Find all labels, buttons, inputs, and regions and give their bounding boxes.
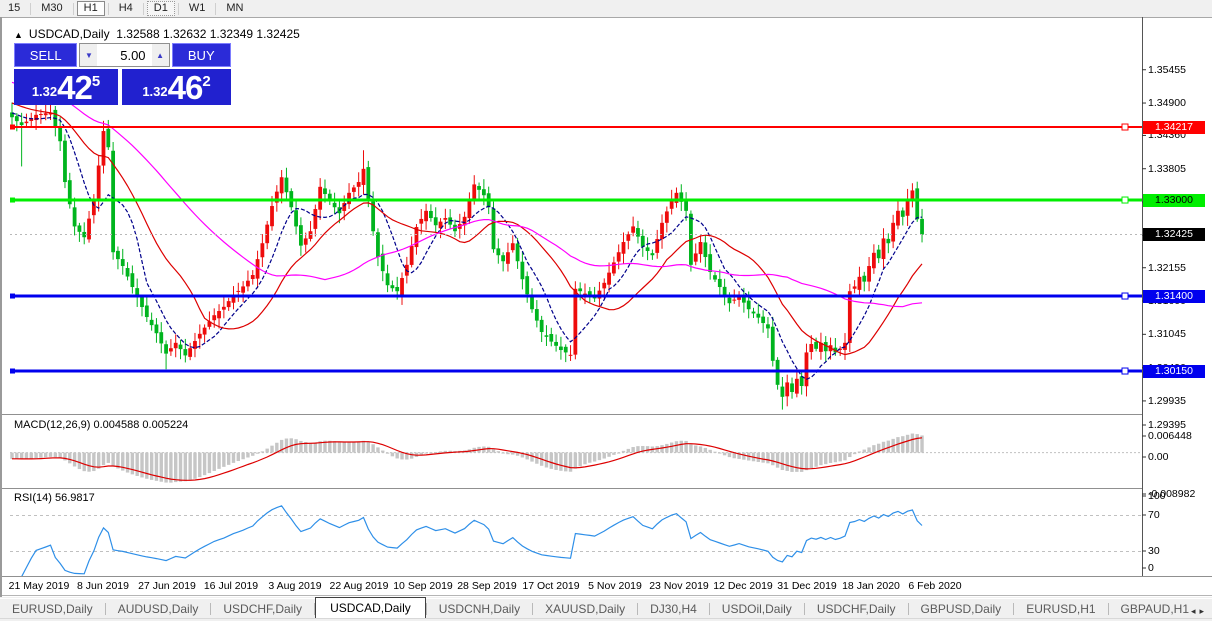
volume-down-button[interactable]: ▼ [80, 44, 97, 66]
mt4-terminal: 15 M30 H1 H4 D1 W1 MN ▲ USDCAD,Daily 1.32588 1.… [0, 0, 1212, 621]
tab-scroll-arrows: ◂▸ [1191, 606, 1208, 617]
timeframe-button-h4[interactable]: H4 [112, 1, 140, 16]
volume-up-button[interactable]: ▲ [152, 44, 169, 66]
ask-price-big: 46 [168, 74, 203, 102]
volume-down-icon: ▼ [85, 51, 93, 60]
ohlc-readout: 1.32588 1.32632 1.32349 1.32425 [116, 27, 300, 41]
chart-tab-usdchf-daily[interactable]: USDCHF,Daily [211, 600, 314, 619]
chart-tab-usdcnh-daily[interactable]: USDCNH,Daily [427, 600, 532, 619]
price-tick-label: 1.33805 [1148, 163, 1186, 175]
chart-tab-eurusd-daily[interactable]: EURUSD,Daily [0, 600, 105, 619]
hline-right-handle[interactable] [1122, 368, 1128, 374]
hline-left-handle[interactable] [10, 294, 15, 299]
chart-tab-eurusd-h1[interactable]: EURUSD,H1 [1014, 600, 1107, 619]
ask-price-sup: 2 [202, 73, 210, 90]
macd-axis-label: 0.006448 [1148, 430, 1192, 442]
chart-tab-gbpusd-daily[interactable]: GBPUSD,Daily [909, 600, 1014, 619]
price-line-label: 1.30150 [1143, 365, 1205, 378]
timeframe-button-d1[interactable]: D1 [147, 1, 175, 16]
hline-right-handle[interactable] [1122, 124, 1128, 130]
timeframe-button-w1[interactable]: W1 [182, 1, 213, 16]
price-tick-label: 1.29935 [1148, 395, 1186, 407]
rsi-indicator-label: RSI(14) 56.9817 [14, 492, 95, 504]
chart-tab-bar: EURUSD,DailyAUDUSD,DailyUSDCHF,DailyUSDC… [0, 598, 1212, 619]
toolbar-separator [143, 3, 144, 15]
ask-price-display[interactable]: 1.32462 [122, 69, 231, 105]
timeframe-button-m30[interactable]: M30 [34, 1, 69, 16]
price-line-label: 1.33000 [1143, 194, 1205, 207]
bid-price-display[interactable]: 1.32425 [14, 69, 118, 105]
toolbar-separator [30, 3, 31, 15]
macd-indicator-label: MACD(12,26,9) 0.004588 0.005224 [14, 419, 188, 431]
current-price-label: 1.32425 [1143, 228, 1205, 241]
toolbar-separator [178, 3, 179, 15]
chart-tab-xauusd-daily[interactable]: XAUUSD,Daily [533, 600, 637, 619]
hline-left-handle[interactable] [10, 198, 15, 203]
rsi-value: 56.9817 [55, 492, 95, 504]
timeframe-toolbar: 15 M30 H1 H4 D1 W1 MN [0, 0, 1212, 18]
rsi-name: RSI(14) [14, 492, 52, 504]
price-line-label: 1.34217 [1143, 121, 1205, 134]
rsi-axis-label: 0 [1148, 562, 1154, 574]
trade-panel-top-row: SELL ▼ 5.00 ▲ BUY [14, 43, 231, 67]
hline-left-handle[interactable] [10, 369, 15, 374]
price-tick-label: 1.32155 [1148, 262, 1186, 274]
price-tick-label: 1.35455 [1148, 64, 1186, 76]
hline-right-handle[interactable] [1122, 197, 1128, 203]
macd-values: 0.004588 0.005224 [93, 419, 188, 431]
one-click-trade-panel: SELL ▼ 5.00 ▲ BUY 1.32425 1.32462 [14, 43, 231, 105]
buy-button[interactable]: BUY [172, 43, 231, 67]
date-axis-label: 6 Feb 2020 [895, 580, 975, 592]
chart-tab-gbpaud-h1[interactable]: GBPAUD,H1 [1109, 600, 1201, 619]
price-line-label: 1.31400 [1143, 290, 1205, 303]
timeframe-button-mn[interactable]: MN [219, 1, 250, 16]
macd-axis-label: 0.00 [1148, 451, 1168, 463]
rsi-axis-label: 100 [1148, 490, 1166, 502]
chart-title: ▲ USDCAD,Daily 1.32588 1.32632 1.32349 1.… [14, 27, 300, 41]
rsi-axis-label: 70 [1148, 509, 1160, 521]
bid-price-sup: 5 [92, 73, 100, 90]
ask-price-small: 1.32 [142, 84, 167, 99]
chart-tab-usdoil-daily[interactable]: USDOil,Daily [710, 600, 804, 619]
bid-price-big: 42 [57, 74, 92, 102]
chart-tab-audusd-daily[interactable]: AUDUSD,Daily [106, 600, 211, 619]
volume-up-icon: ▲ [156, 51, 164, 60]
price-tick-label: 1.31045 [1148, 328, 1186, 340]
volume-stepper: ▼ 5.00 ▲ [79, 43, 169, 67]
volume-value[interactable]: 5.00 [97, 44, 151, 66]
symbol-title: USDCAD,Daily [29, 27, 110, 41]
timeframe-button-h1[interactable]: H1 [77, 1, 105, 16]
tabs-scroll-right-icon[interactable]: ▸ [1199, 606, 1208, 616]
chart-tab-usdchf-daily[interactable]: USDCHF,Daily [805, 600, 908, 619]
chart-tab-usdcad-daily[interactable]: USDCAD,Daily [315, 597, 426, 619]
hline-right-handle[interactable] [1122, 293, 1128, 299]
macd-name: MACD(12,26,9) [14, 419, 90, 431]
timeframe-button-15[interactable]: 15 [1, 1, 27, 16]
rsi-axis-label: 30 [1148, 545, 1160, 557]
collapse-chart-icon[interactable]: ▲ [14, 30, 23, 40]
price-tick-label: 1.34900 [1148, 97, 1186, 109]
bid-price-small: 1.32 [32, 84, 57, 99]
chart-tab-dj30-h4[interactable]: DJ30,H4 [638, 600, 709, 619]
toolbar-separator [108, 3, 109, 15]
hline-left-handle[interactable] [10, 125, 15, 130]
toolbar-separator [215, 3, 216, 15]
sell-button[interactable]: SELL [14, 43, 77, 67]
chart-window: ▲ USDCAD,Daily 1.32588 1.32632 1.32349 1.… [0, 17, 1212, 597]
toolbar-separator [73, 3, 74, 15]
